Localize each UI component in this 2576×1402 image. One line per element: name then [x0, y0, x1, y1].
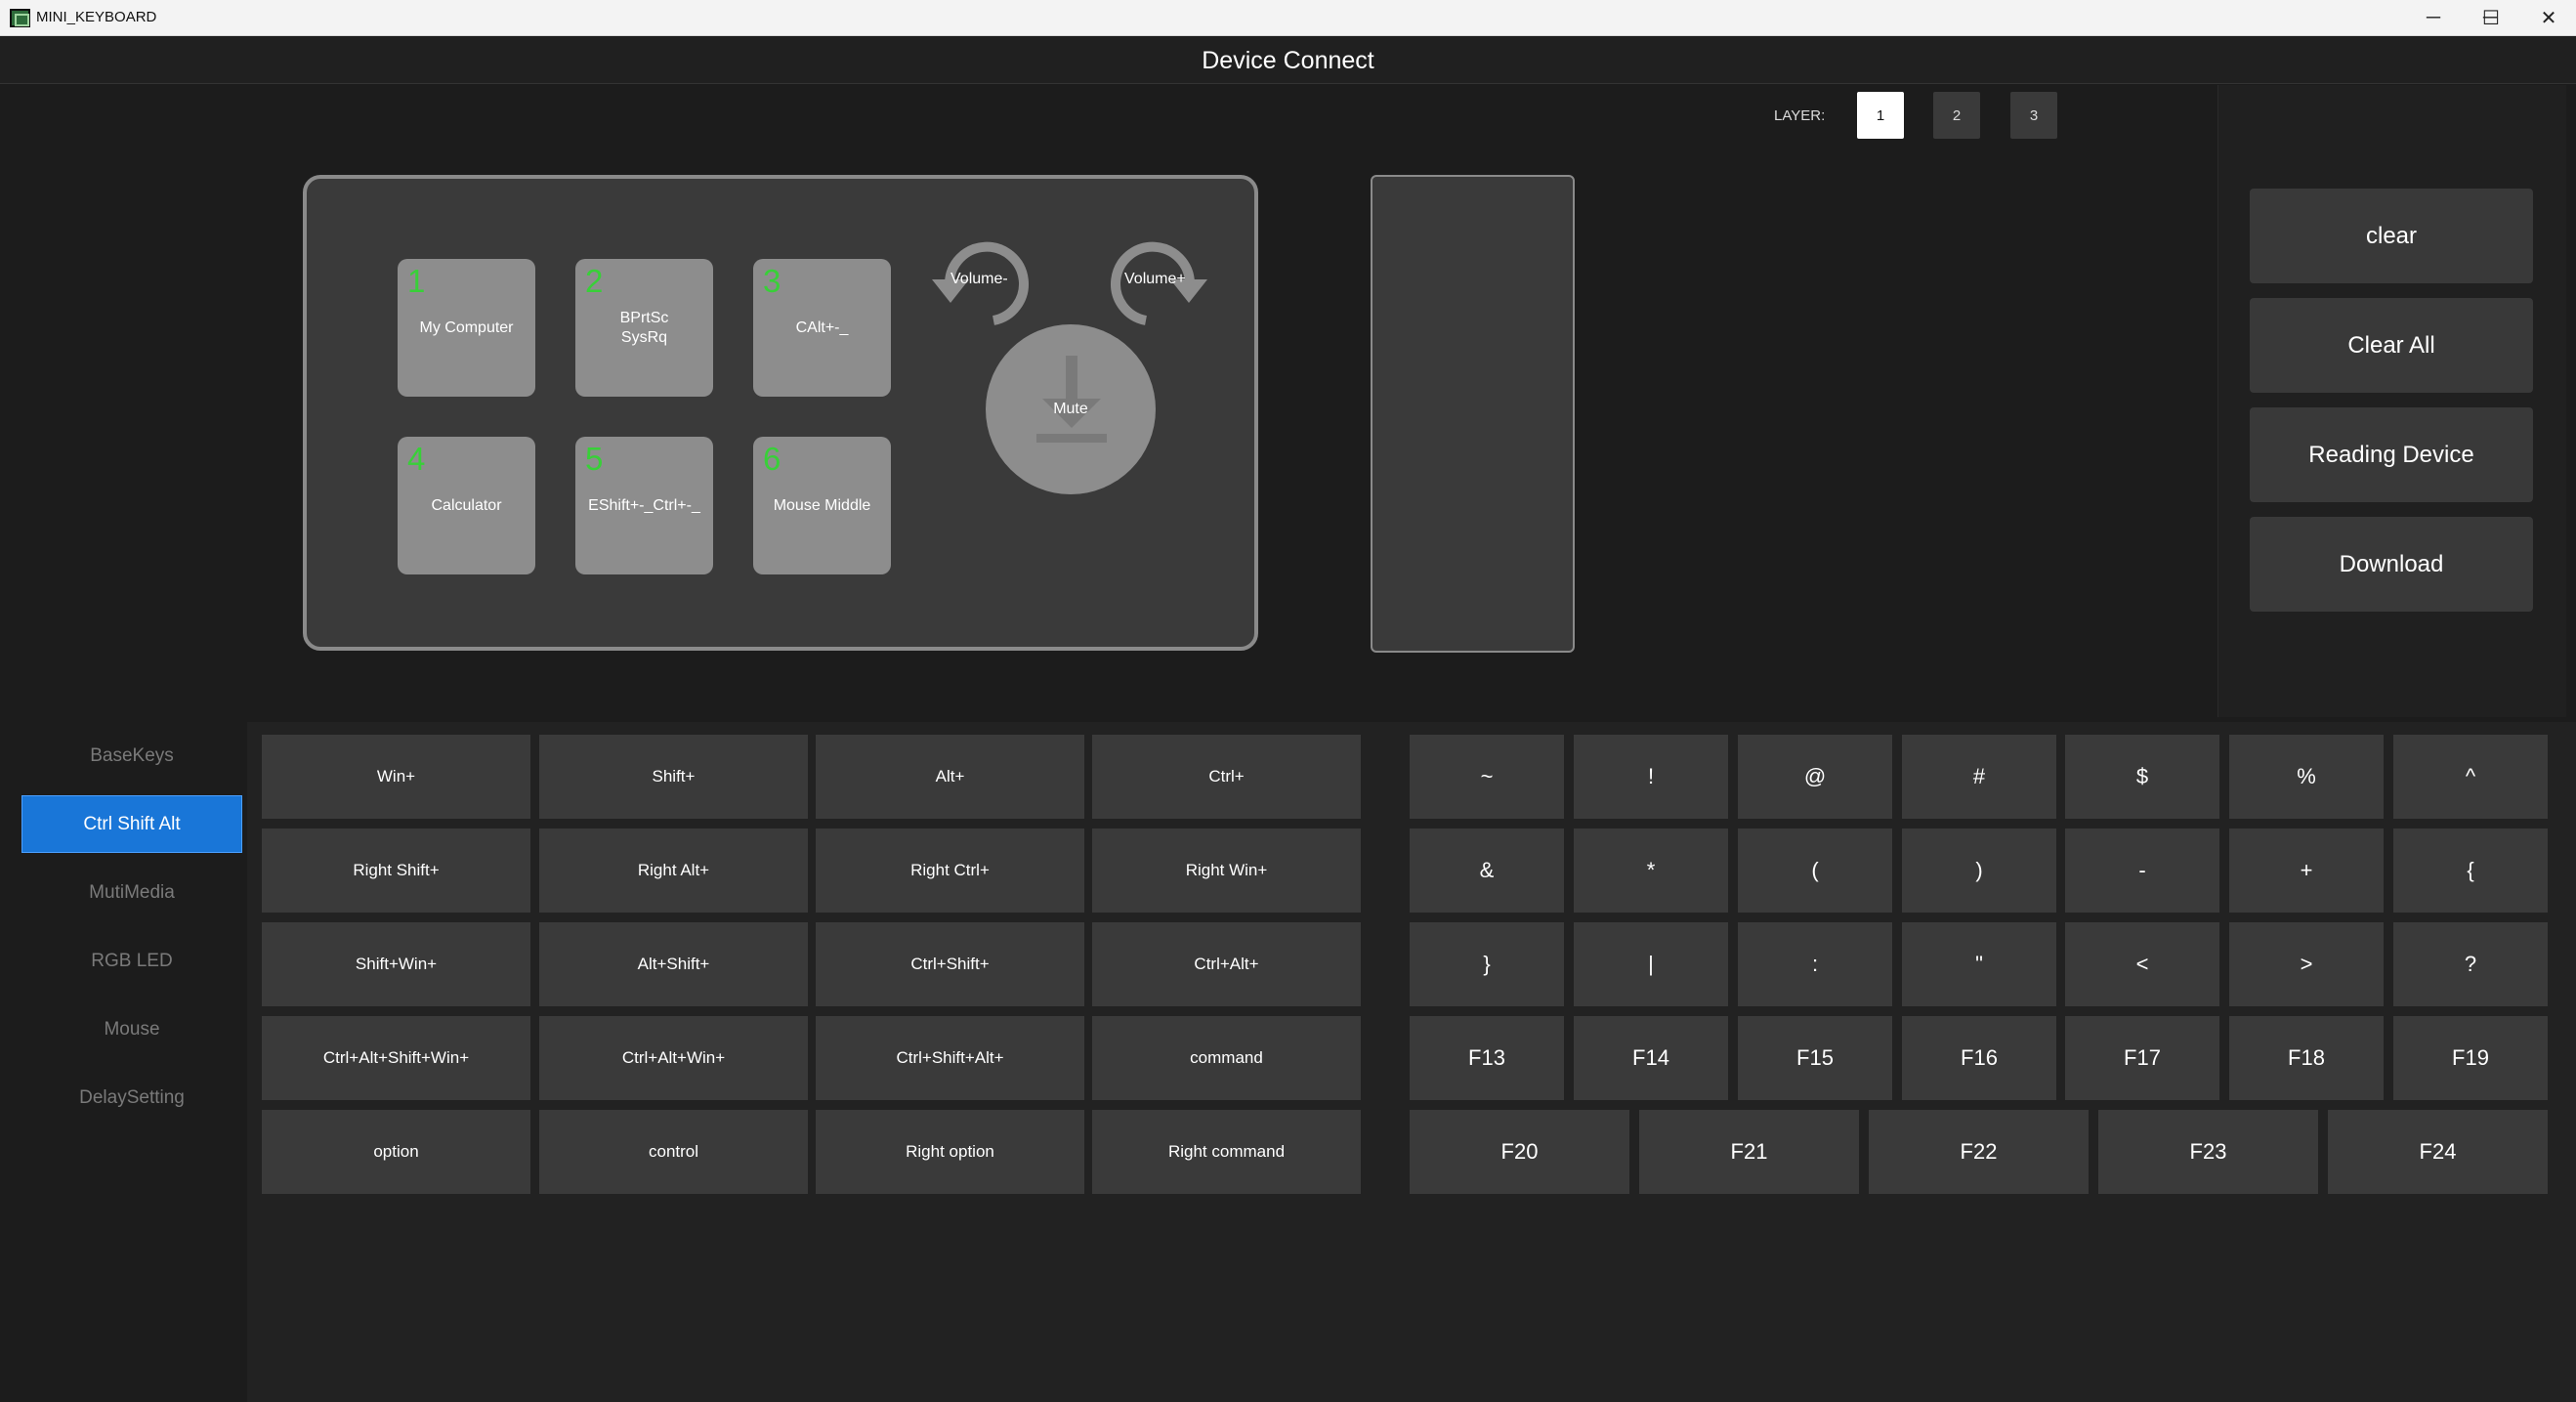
- key-label: Calculator: [431, 496, 502, 514]
- symbol-key[interactable]: *: [1574, 828, 1728, 913]
- sidebar-item-ctrl-shift-alt[interactable]: Ctrl Shift Alt: [21, 795, 242, 853]
- function-key[interactable]: F15: [1738, 1016, 1892, 1100]
- header-bar: Device Connect: [0, 37, 2576, 84]
- function-key[interactable]: F24: [2328, 1110, 2548, 1194]
- function-key[interactable]: F13: [1410, 1016, 1564, 1100]
- function-key[interactable]: F22: [1869, 1110, 2089, 1194]
- function-key[interactable]: F20: [1410, 1110, 1629, 1194]
- window-titlebar: MINI_KEYBOARD ─: [0, 0, 2576, 36]
- symbol-key[interactable]: :: [1738, 922, 1892, 1006]
- symbol-key[interactable]: %: [2229, 735, 2384, 819]
- app-icon: [10, 9, 30, 27]
- action-panel: [2217, 85, 2566, 717]
- modifier-key[interactable]: Right command: [1092, 1110, 1361, 1194]
- key-label: EShift+-_Ctrl+-_: [588, 496, 700, 514]
- modifier-key[interactable]: Right Shift+: [262, 828, 530, 913]
- knob-button[interactable]: Mute: [986, 324, 1156, 494]
- sidebar-item-rgb-led[interactable]: RGB LED: [21, 932, 242, 990]
- minimize-button[interactable]: ─: [2406, 0, 2461, 36]
- layer-label: LAYER:: [1774, 107, 1826, 124]
- symbol-key[interactable]: |: [1574, 922, 1728, 1006]
- symbol-key[interactable]: ): [1902, 828, 2056, 913]
- sidebar-item-delaysetting[interactable]: DelaySetting: [21, 1069, 242, 1126]
- key-label: CAlt+-_: [795, 319, 849, 336]
- modifier-key[interactable]: Ctrl+: [1092, 735, 1361, 819]
- modifier-key[interactable]: Win+: [262, 735, 530, 819]
- reading-device-button[interactable]: Reading Device: [2250, 407, 2533, 502]
- modifier-key[interactable]: Shift+Win+: [262, 922, 530, 1006]
- layer-3-button[interactable]: 3: [2010, 92, 2057, 139]
- sidebar-item-mouse[interactable]: Mouse: [21, 1000, 242, 1058]
- key-label: Mouse Middle: [773, 496, 871, 514]
- symbol-key[interactable]: #: [1902, 735, 2056, 819]
- modifier-key[interactable]: Alt+Shift+: [539, 922, 808, 1006]
- display-preview: [1371, 175, 1575, 653]
- symbol-key[interactable]: >: [2229, 922, 2384, 1006]
- layer-2-button[interactable]: 2: [1933, 92, 1980, 139]
- function-key[interactable]: F16: [1902, 1016, 2056, 1100]
- modifier-key[interactable]: option: [262, 1110, 530, 1194]
- modifier-key[interactable]: Shift+: [539, 735, 808, 819]
- window-title: MINI_KEYBOARD: [36, 9, 157, 25]
- modifier-key[interactable]: Right Alt+: [539, 828, 808, 913]
- function-key[interactable]: F19: [2393, 1016, 2548, 1100]
- function-key[interactable]: F21: [1639, 1110, 1859, 1194]
- function-key[interactable]: F23: [2098, 1110, 2318, 1194]
- symbol-key[interactable]: (: [1738, 828, 1892, 913]
- symbol-key[interactable]: !: [1574, 735, 1728, 819]
- knob-press-label: Mute: [1053, 401, 1088, 417]
- device-key-6[interactable]: 6 Mouse Middle: [753, 437, 891, 574]
- modifier-key[interactable]: Ctrl+Shift+: [816, 922, 1084, 1006]
- modifier-key[interactable]: Right option: [816, 1110, 1084, 1194]
- symbol-key[interactable]: ~: [1410, 735, 1564, 819]
- modifier-key[interactable]: Ctrl+Alt+: [1092, 922, 1361, 1006]
- function-key[interactable]: F17: [2065, 1016, 2219, 1100]
- symbol-key[interactable]: }: [1410, 922, 1564, 1006]
- knob-right-label: Volume+: [1124, 271, 1186, 287]
- symbol-key[interactable]: ^: [2393, 735, 2548, 819]
- modifier-key[interactable]: Alt+: [816, 735, 1084, 819]
- connection-status: Device Connect: [1202, 47, 1374, 74]
- key-label: BPrtSc SysRq: [619, 309, 669, 346]
- download-button[interactable]: Download: [2250, 517, 2533, 612]
- symbol-key[interactable]: <: [2065, 922, 2219, 1006]
- sidebar-item-basekeys[interactable]: BaseKeys: [21, 727, 242, 785]
- function-key[interactable]: F18: [2229, 1016, 2384, 1100]
- modifier-key[interactable]: control: [539, 1110, 808, 1194]
- symbol-key[interactable]: ": [1902, 922, 2056, 1006]
- modifier-key[interactable]: Right Win+: [1092, 828, 1361, 913]
- knob-left-label: Volume-: [950, 271, 1008, 287]
- modifier-key[interactable]: Right Ctrl+: [816, 828, 1084, 913]
- sidebar-item-mutimedia[interactable]: MutiMedia: [21, 864, 242, 921]
- symbol-key[interactable]: &: [1410, 828, 1564, 913]
- function-key[interactable]: F14: [1574, 1016, 1728, 1100]
- maximize-button[interactable]: ☐: [2464, 0, 2518, 36]
- symbol-key[interactable]: @: [1738, 735, 1892, 819]
- close-button[interactable]: ✕: [2521, 0, 2576, 36]
- symbol-key[interactable]: -: [2065, 828, 2219, 913]
- symbol-key[interactable]: {: [2393, 828, 2548, 913]
- device-key-4[interactable]: 4 Calculator: [398, 437, 535, 574]
- clear-all-button[interactable]: Clear All: [2250, 298, 2533, 393]
- symbol-key[interactable]: $: [2065, 735, 2219, 819]
- device-key-5[interactable]: 5 EShift+-_Ctrl+-_: [575, 437, 713, 574]
- modifier-key[interactable]: command: [1092, 1016, 1361, 1100]
- modifier-key[interactable]: Ctrl+Alt+Win+: [539, 1016, 808, 1100]
- device-key-3[interactable]: 3 CAlt+-_: [753, 259, 891, 397]
- clear-button[interactable]: clear: [2250, 189, 2533, 283]
- layer-1-button[interactable]: 1: [1857, 92, 1904, 139]
- device-key-2[interactable]: 2 BPrtSc SysRq: [575, 259, 713, 397]
- modifier-key[interactable]: Ctrl+Shift+Alt+: [816, 1016, 1084, 1100]
- symbol-key[interactable]: +: [2229, 828, 2384, 913]
- device-key-1[interactable]: 1 My Computer: [398, 259, 535, 397]
- category-sidebar: BaseKeys Ctrl Shift Alt MutiMedia RGB LE…: [0, 717, 247, 1402]
- symbol-key[interactable]: ?: [2393, 922, 2548, 1006]
- modifier-key[interactable]: Ctrl+Alt+Shift+Win+: [262, 1016, 530, 1100]
- key-label: My Computer: [419, 319, 514, 336]
